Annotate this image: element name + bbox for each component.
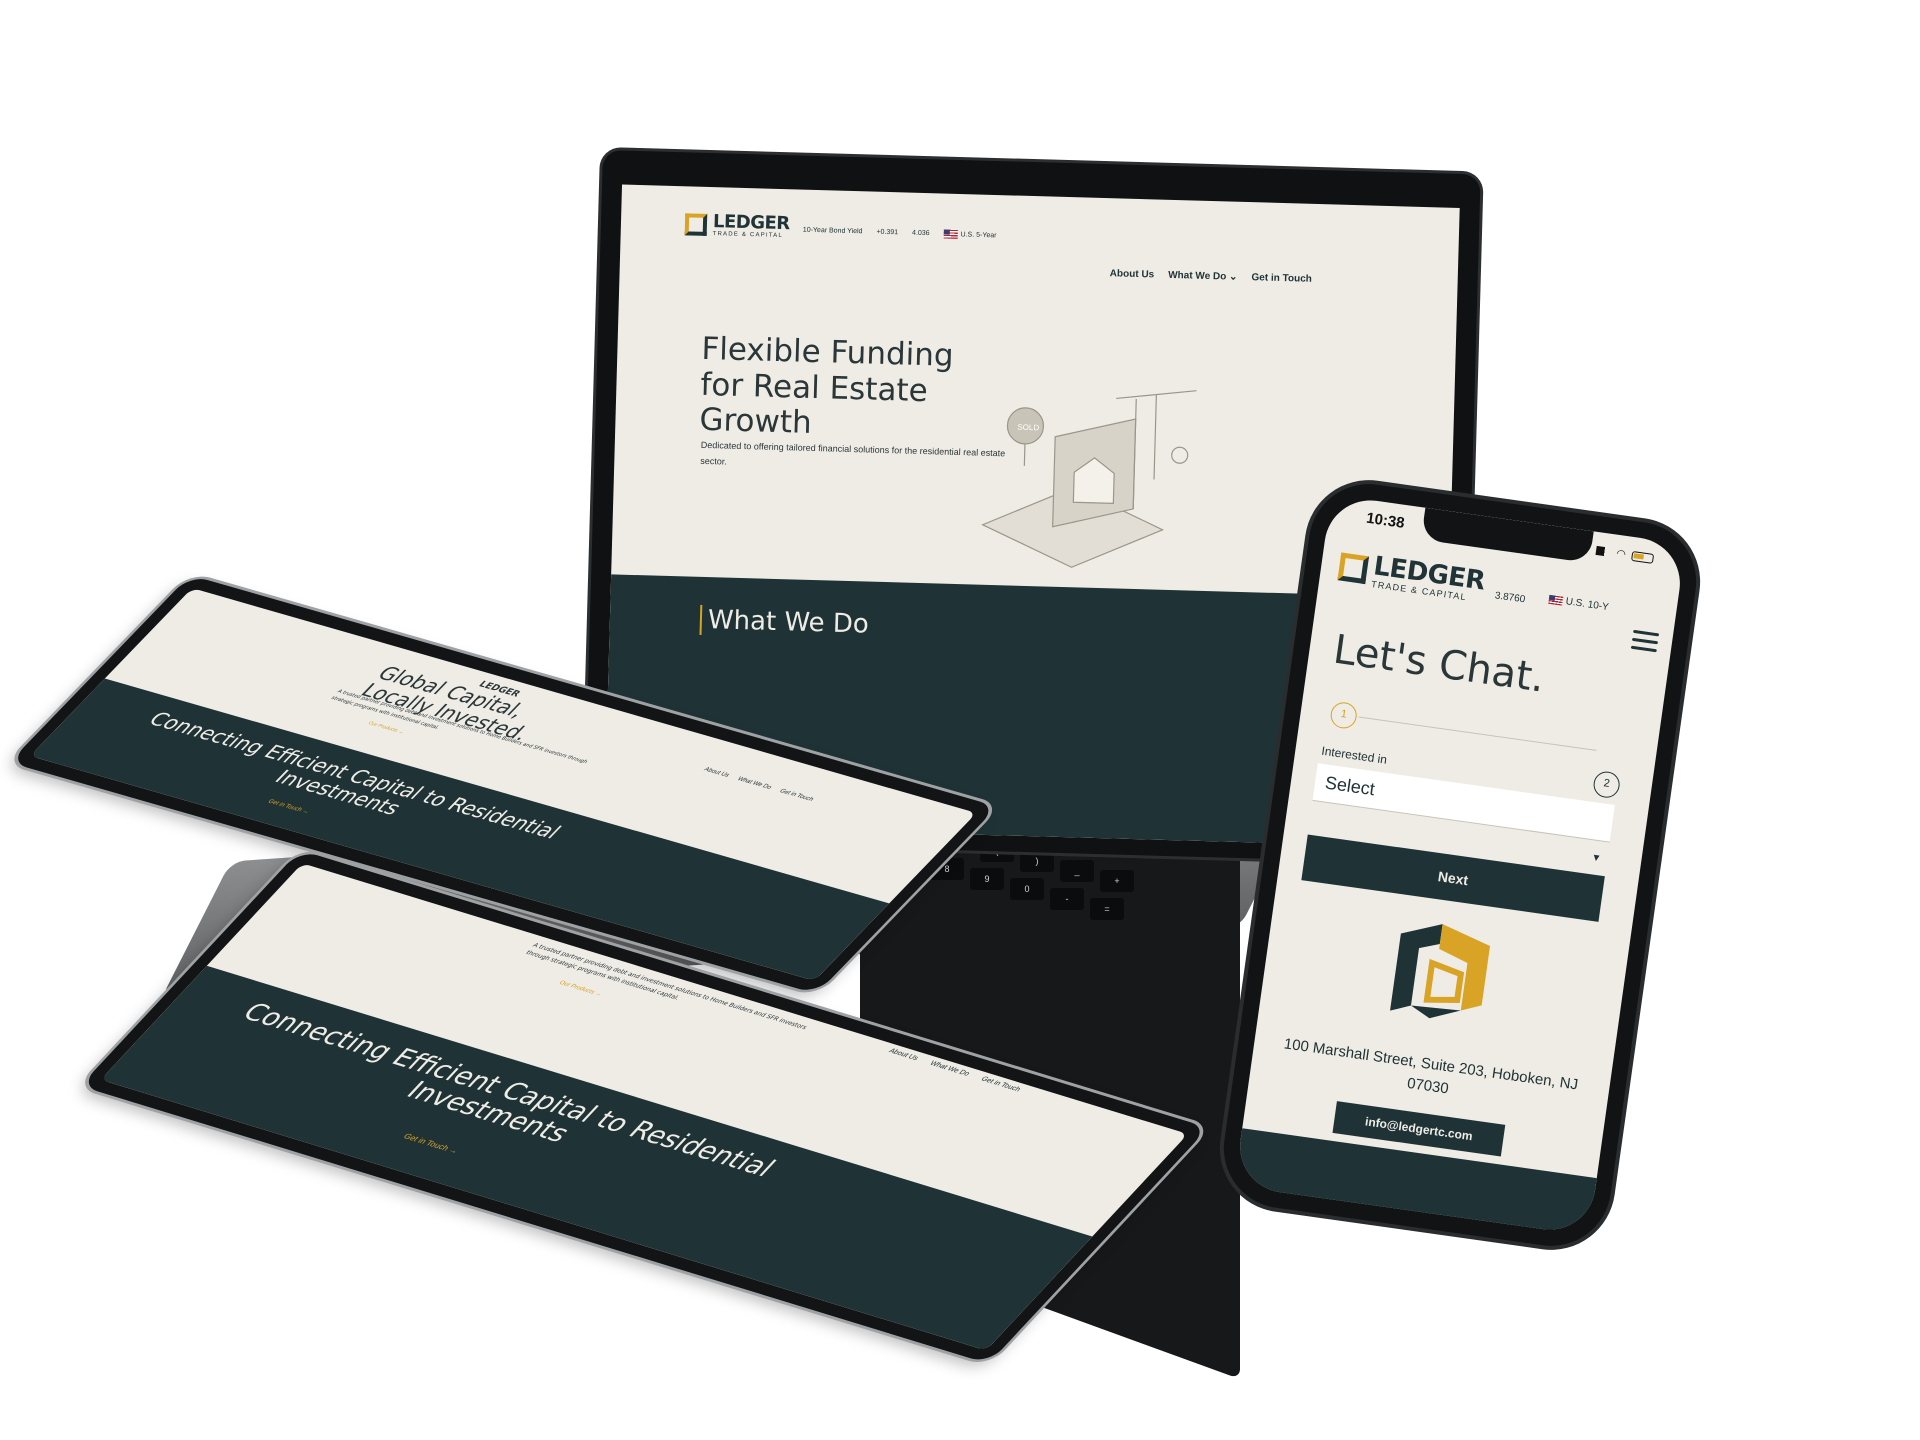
real-estate-illustration: SOLD [981,390,1197,568]
ticker-label: 10-Year Bond Yield [802,226,863,236]
get-in-touch-link[interactable]: Get in Touch → [401,1132,460,1155]
key: ) [1020,850,1054,872]
sold-sign: SOLD [1017,423,1039,433]
office-address: 100 Marshall Street, Suite 203, Hoboken,… [1282,1035,1580,1098]
nav-about-us[interactable]: About Us [1110,268,1155,280]
ledger-logo[interactable]: LEDGER TRADE & CAPITAL [684,211,790,240]
ticker-flag: U.S. 10-Y [1548,594,1609,613]
interested-in-label: Interested in [1320,743,1388,767]
ticker-flag-label: U.S. 10-Y [1564,596,1610,614]
get-in-touch-link[interactable]: Get in Touch → [266,799,310,815]
key: _ [1060,860,1094,882]
next-button[interactable]: Next [1301,834,1605,922]
signal-icon [1595,545,1611,557]
nav-what-we-do[interactable]: What We Do [928,1060,971,1077]
logo-name: LEDGER [712,211,790,235]
step-progress-line [1358,716,1597,751]
tablet-band-title: Connecting Efficient Capital to Resident… [235,998,782,1183]
key: - [1050,888,1084,910]
status-icons: ◠ [1595,544,1655,565]
phone-notch [1420,507,1594,564]
ticker-change: +0.391 [876,228,899,237]
ticker-value: 3.8760 [1494,590,1526,606]
battery-icon [1631,550,1655,564]
interested-in-select[interactable]: Select [1312,763,1615,843]
us-flag-icon [943,229,958,239]
nav-get-in-touch[interactable]: Get in Touch [778,789,815,803]
chevron-down-icon: ▼ [1590,852,1602,865]
ticker-value: 4.036 [911,229,930,238]
ticker-flag-label: U.S. 5-Year [960,231,997,240]
page-title: Let's Chat. [1330,626,1548,702]
hero-title: Flexible Funding for Real Estate Growth [698,330,955,442]
what-we-do-title: What We Do [699,604,870,640]
logo-tagline: TRADE & CAPITAL [712,231,783,240]
our-products-link[interactable]: Our Products → [366,721,405,736]
phone-screen: 10:38 ◠ LEDGER TRADE & CAPITAL 3.8760 U.… [1234,494,1686,1236]
nav-what-we-do[interactable]: What We Do ⌄ [1168,270,1238,283]
key: = [1090,898,1124,920]
nav-about-us[interactable]: About Us [887,1048,920,1062]
nav-what-we-do-label: What We Do [1168,269,1227,283]
ledger-logo[interactable]: LEDGER TRADE & CAPITAL [1337,548,1487,604]
key: 9 [970,868,1004,890]
ledger-cube-icon [684,213,708,236]
status-time: 10:38 [1365,509,1406,532]
nav-get-in-touch[interactable]: Get in Touch [1251,272,1312,285]
our-products-link[interactable]: Our Products → [557,980,603,997]
us-flag-icon [1548,594,1564,606]
key: 0 [1010,878,1044,900]
ledger-cube-logo-icon [1390,924,1491,1019]
tablet-top-nav: About Us What We Do Get in Touch [702,767,815,803]
wifi-icon: ◠ [1615,547,1627,561]
nav-get-in-touch[interactable]: Get in Touch [979,1076,1022,1093]
main-nav: About Us What We Do ⌄ Get in Touch [1110,268,1312,285]
key: + [1100,870,1134,892]
chevron-down-icon: ⌄ [1228,271,1238,283]
bond-ticker: 10-Year Bond Yield +0.391 4.036 U.S. 5-Y… [803,226,997,240]
ledger-cube-icon [1337,552,1370,585]
hamburger-menu-icon[interactable] [1630,629,1660,657]
step-1-indicator: 1 [1329,700,1359,731]
nav-about-us[interactable]: About Us [702,767,730,779]
nav-what-we-do[interactable]: What We Do [735,776,772,790]
step-2-indicator: 2 [1591,769,1622,800]
